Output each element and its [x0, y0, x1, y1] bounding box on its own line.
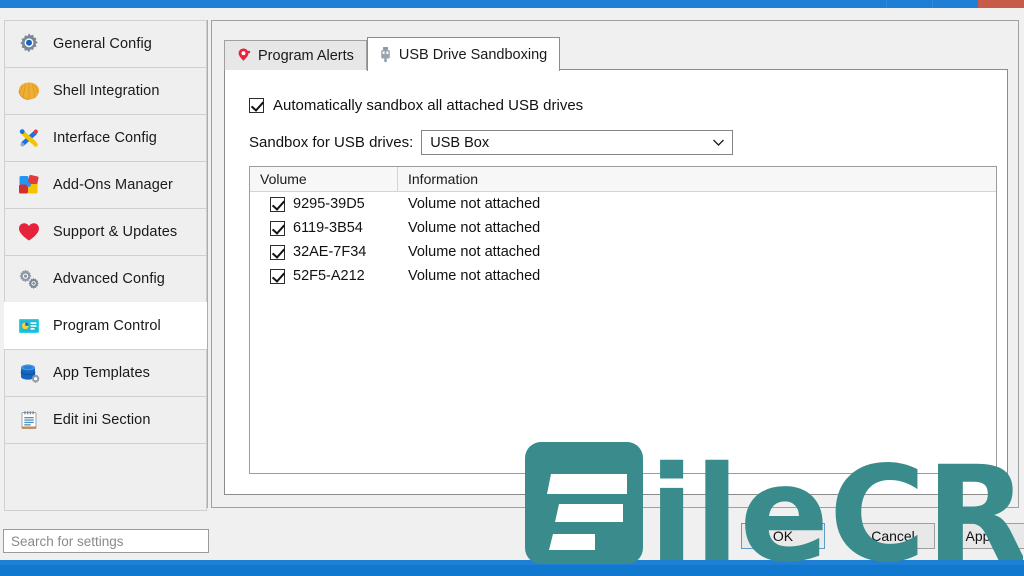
sandbox-select-dropdown[interactable]: USB Box	[421, 130, 734, 155]
volume-list-header: Volume Information	[250, 167, 996, 192]
puzzle-icon	[5, 161, 53, 209]
title-bar	[0, 0, 1024, 8]
volume-cell: 9295-39D5	[250, 196, 398, 212]
double-gear-icon	[5, 255, 53, 303]
row-checkbox[interactable]	[270, 196, 285, 212]
column-header-volume[interactable]: Volume	[250, 167, 398, 191]
sidebar-item-label: Support & Updates	[53, 224, 178, 240]
auto-sandbox-checkbox[interactable]	[249, 98, 264, 113]
auto-sandbox-label: Automatically sandbox all attached USB d…	[273, 97, 584, 114]
red-balloon-icon	[235, 47, 252, 64]
tab-program-alerts[interactable]: Program Alerts	[224, 40, 367, 70]
close-button[interactable]	[978, 0, 1024, 8]
sandbox-select-row: Sandbox for USB drives: USB Box	[249, 130, 734, 155]
database-gear-icon	[5, 349, 53, 397]
volume-id: 32AE-7F34	[293, 244, 367, 260]
tab-page-usb-drive-sandboxing: Automatically sandbox all attached USB d…	[224, 69, 1008, 495]
apply-button[interactable]: Apply	[941, 523, 1024, 549]
app-window: General Config Shell Integration Interfa…	[0, 0, 1024, 576]
volume-id: 52F5-A212	[293, 268, 365, 284]
sidebar-item-label: Add-Ons Manager	[53, 177, 173, 193]
sidebar-item-shell-integration[interactable]: Shell Integration	[4, 67, 207, 115]
table-row[interactable]: 9295-39D5 Volume not attached	[250, 192, 996, 216]
taskbar	[0, 560, 1024, 576]
crossed-tools-icon	[5, 114, 53, 162]
column-header-information[interactable]: Information	[398, 167, 996, 191]
tab-label: USB Drive Sandboxing	[398, 46, 548, 63]
chevron-down-icon	[712, 138, 725, 147]
window-controls	[886, 0, 1024, 8]
sidebar-filler	[4, 443, 207, 511]
tab-usb-drive-sandboxing[interactable]: USB Drive Sandboxing	[366, 37, 561, 71]
volume-cell: 6119-3B54	[250, 220, 398, 236]
sidebar-item-edit-ini-section[interactable]: Edit ini Section	[4, 396, 207, 444]
sidebar-item-label: Interface Config	[53, 130, 157, 146]
table-row[interactable]: 52F5-A212 Volume not attached	[250, 264, 996, 288]
information-cell: Volume not attached	[408, 220, 541, 236]
maximize-button[interactable]	[932, 0, 978, 8]
dialog-footer: OK Cancel Apply	[0, 516, 1024, 556]
sidebar-item-general-config[interactable]: General Config	[4, 20, 207, 68]
volume-cell: 32AE-7F34	[250, 244, 398, 260]
taskbar-inner	[0, 565, 1024, 576]
information-cell: Volume not attached	[408, 196, 541, 212]
information-cell: Volume not attached	[408, 268, 541, 284]
program-card-icon	[5, 302, 53, 350]
sidebar-item-add-ons-manager[interactable]: Add-Ons Manager	[4, 161, 207, 209]
usb-icon	[378, 46, 393, 63]
sidebar-item-advanced-config[interactable]: Advanced Config	[4, 255, 207, 303]
tab-strip: Program Alerts USB Drive Sandboxing	[224, 37, 561, 71]
volume-id: 9295-39D5	[293, 196, 365, 212]
row-checkbox[interactable]	[270, 220, 285, 236]
tab-label: Program Alerts	[258, 47, 354, 64]
volume-cell: 52F5-A212	[250, 268, 398, 284]
sidebar-item-label: Program Control	[53, 318, 161, 334]
sidebar-item-label: Edit ini Section	[53, 412, 151, 428]
sidebar-item-app-templates[interactable]: App Templates	[4, 349, 207, 397]
table-row[interactable]: 6119-3B54 Volume not attached	[250, 216, 996, 240]
volume-list-body: 9295-39D5 Volume not attached 6119-3B54 …	[250, 192, 996, 288]
sidebar-item-support-updates[interactable]: Support & Updates	[4, 208, 207, 256]
sidebar-item-program-control[interactable]: Program Control	[4, 302, 207, 350]
cancel-button[interactable]: Cancel	[851, 523, 935, 549]
sidebar-item-label: App Templates	[53, 365, 150, 381]
content-panel: Program Alerts USB Drive Sandboxing Auto…	[211, 20, 1019, 508]
auto-sandbox-checkbox-row[interactable]: Automatically sandbox all attached USB d…	[249, 97, 583, 114]
sidebar-item-interface-config[interactable]: Interface Config	[4, 114, 207, 162]
notepad-icon	[5, 396, 53, 444]
gear-icon	[5, 20, 53, 68]
row-checkbox[interactable]	[270, 244, 285, 260]
information-cell: Volume not attached	[408, 244, 541, 260]
row-checkbox[interactable]	[270, 268, 285, 284]
sidebar-item-label: Shell Integration	[53, 83, 160, 99]
minimize-button[interactable]	[886, 0, 932, 8]
ok-button[interactable]: OK	[741, 523, 825, 549]
settings-dialog: General Config Shell Integration Interfa…	[0, 8, 1024, 560]
sidebar-item-label: General Config	[53, 36, 152, 52]
sandbox-select-value: USB Box	[430, 134, 490, 151]
sidebar-item-label: Advanced Config	[53, 271, 165, 287]
heart-icon	[5, 208, 53, 256]
sidebar-nav: General Config Shell Integration Interfa…	[4, 20, 208, 511]
volume-id: 6119-3B54	[293, 220, 363, 236]
volume-list[interactable]: Volume Information 9295-39D5 Volume not …	[249, 166, 997, 474]
table-row[interactable]: 32AE-7F34 Volume not attached	[250, 240, 996, 264]
shell-icon	[5, 67, 53, 115]
sandbox-select-label: Sandbox for USB drives:	[249, 134, 414, 151]
